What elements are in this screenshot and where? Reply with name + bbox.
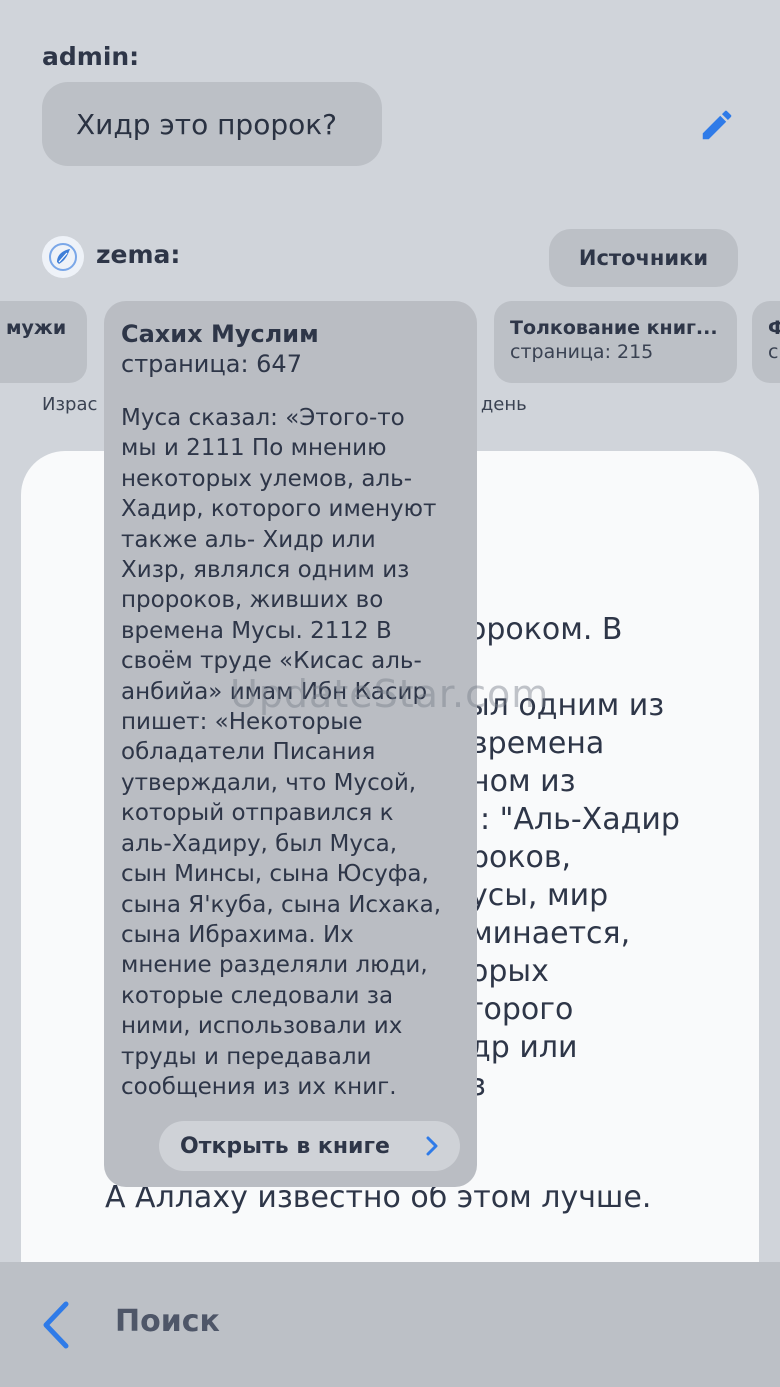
source-card-title: Ф (768, 317, 780, 339)
popup-line: сообщения из их книг. (121, 1073, 397, 1100)
source-card[interactable]: Ф с (752, 301, 780, 383)
popup-line: сын Минсы, сына Юсуфа, (121, 861, 429, 888)
popup-page: страница: 647 (121, 350, 302, 378)
back-arrow-icon[interactable] (40, 1300, 72, 1350)
popup-line: времена Мусы. 2112 В (121, 617, 392, 644)
answer-line: орых (470, 954, 549, 989)
zema-sender-label: zema: (96, 240, 181, 269)
popup-line: также аль- Хидр или (121, 526, 376, 553)
popup-line: который отправился к (121, 800, 394, 827)
bottom-bar-title: Поиск (115, 1304, 220, 1339)
pencil-icon[interactable] (698, 106, 736, 144)
answer-line: минается, (470, 916, 631, 951)
popup-line: сына Ибрахима. Их (121, 921, 354, 948)
source-card-title: мужи (6, 317, 67, 339)
popup-line: пророков, живших во (121, 587, 384, 614)
source-card-page: с (768, 341, 779, 363)
popup-line: некоторых улемов, аль- (121, 465, 413, 492)
popup-line: аль-Хадиру, был Муса, (121, 830, 398, 857)
user-question-text: Хидр это пророк? (76, 107, 338, 141)
popup-line: Муса сказал: «Этого-то (121, 405, 405, 431)
watermark: UpdateStar.com (230, 672, 550, 716)
popup-line: обладатели Писания (121, 739, 376, 766)
answer-line: роков, (470, 840, 572, 875)
answer-line: торого (466, 992, 574, 1027)
open-in-book-button[interactable]: Открыть в книге (159, 1121, 460, 1171)
zema-avatar (42, 236, 84, 278)
source-card[interactable]: Толкование книг... страница: 215 (494, 301, 737, 383)
answer-line: усы, мир (470, 878, 609, 913)
chevron-right-icon (426, 1136, 438, 1156)
popup-line: ними, использовали их (121, 1013, 403, 1040)
bottom-bar: Поиск (0, 1262, 780, 1387)
zema-logo-icon (49, 243, 77, 271)
answer-line: др или (470, 1030, 578, 1065)
popup-line: труды и передавали (121, 1043, 372, 1070)
source-popup: Сахих Муслим страница: 647 Муса сказал: … (104, 301, 477, 1187)
answer-line: ном из (470, 764, 576, 799)
popup-line: мы и 2111 По мнению (121, 435, 387, 462)
popup-line: мнение разделяли люди, (121, 952, 428, 979)
popup-line: Хадир, которого именуют (121, 496, 437, 523)
answer-line: времена (470, 726, 605, 761)
popup-line: утверждали, что Мусой, (121, 769, 417, 796)
popup-line: которые следовали за (121, 982, 394, 1009)
popup-line: Хизр, являлся одним из (121, 557, 410, 584)
popup-title: Сахих Муслим (121, 320, 319, 348)
source-card-page: страница: 215 (510, 341, 654, 363)
snippet-right: день (480, 394, 527, 415)
open-in-book-label: Открыть в книге (180, 1133, 390, 1159)
answer-line: : "Аль-Хадир (480, 802, 680, 837)
popup-body: Муса сказал: «Этого-то мы и 2111 По мнен… (121, 403, 460, 1102)
source-card-title: Толкование книг... (510, 317, 718, 339)
answer-line: ороком. В (468, 612, 623, 647)
sources-button[interactable]: Источники (549, 229, 738, 287)
snippet-left: Израс (42, 394, 98, 415)
admin-sender-label: admin: (42, 42, 140, 71)
source-card[interactable]: мужи (0, 301, 87, 383)
popup-line: сына Я'куба, сына Исхака, (121, 891, 442, 918)
user-question-bubble: Хидр это пророк? (42, 82, 382, 166)
